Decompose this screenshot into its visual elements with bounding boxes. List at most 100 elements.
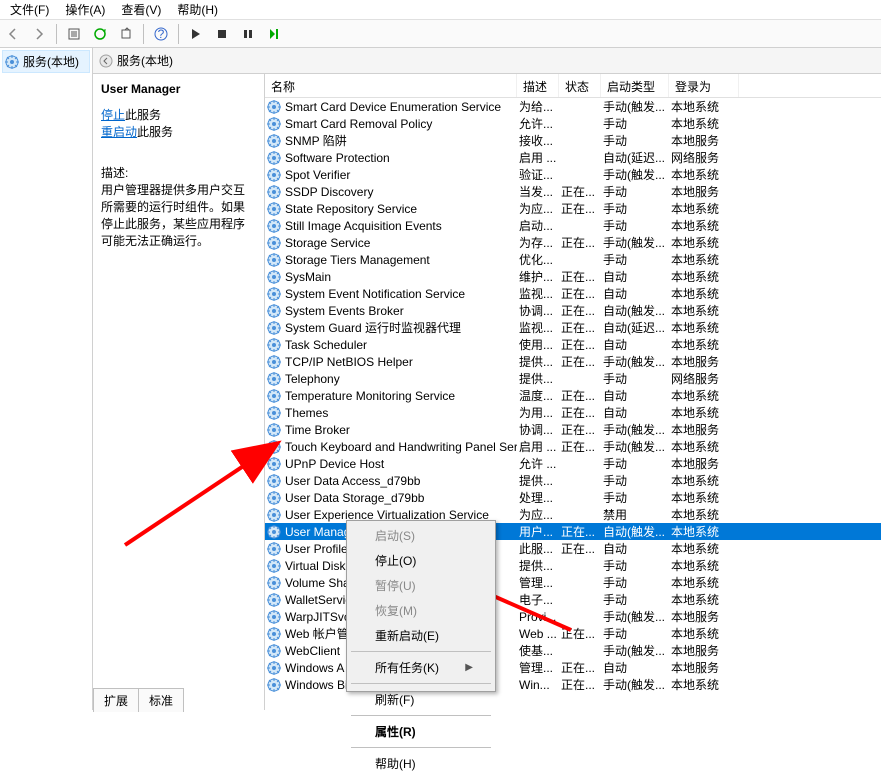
service-row[interactable]: Telephony提供...手动网络服务 xyxy=(265,370,881,387)
forward-icon[interactable] xyxy=(28,23,50,45)
svc-start: 自动(触发... xyxy=(601,302,669,319)
stop-icon[interactable] xyxy=(211,23,233,45)
svc-status: 正在... xyxy=(559,523,601,540)
service-row[interactable]: Software Protection启用 ...自动(延迟...网络服务 xyxy=(265,149,881,166)
service-row[interactable]: Spot Verifier验证...手动(触发...本地系统 xyxy=(265,166,881,183)
service-row[interactable]: System Event Notification Service监视...正在… xyxy=(265,285,881,302)
service-row[interactable]: Themes为用...正在...自动本地系统 xyxy=(265,404,881,421)
service-row[interactable]: User Data Access_d79bb提供...手动本地系统 xyxy=(265,472,881,489)
back-icon[interactable] xyxy=(2,23,24,45)
menu-file[interactable]: 文件(F) xyxy=(2,0,57,20)
help-icon[interactable]: ? xyxy=(150,23,172,45)
svc-start: 自动 xyxy=(601,404,669,421)
svc-desc: 为应... xyxy=(517,200,559,217)
restart-icon[interactable] xyxy=(263,23,285,45)
tree-root-label: 服务(本地) xyxy=(23,53,79,70)
gear-icon xyxy=(267,236,281,250)
svc-desc: 为给... xyxy=(517,98,559,115)
service-row[interactable]: SysMain维护...正在...自动本地系统 xyxy=(265,268,881,285)
refresh-icon[interactable] xyxy=(89,23,111,45)
back-nav-icon[interactable] xyxy=(99,54,113,68)
service-row[interactable]: Temperature Monitoring Service温度...正在...… xyxy=(265,387,881,404)
svc-desc: 提供... xyxy=(517,472,559,489)
toolbar: ? xyxy=(0,20,881,48)
svc-status: 正在... xyxy=(559,438,601,455)
svc-name: Smart Card Device Enumeration Service xyxy=(283,100,517,114)
svc-desc: 为存... xyxy=(517,234,559,251)
service-row[interactable]: Storage Service为存...正在...手动(触发...本地系统 xyxy=(265,234,881,251)
service-row[interactable]: Task Scheduler使用...正在...自动本地系统 xyxy=(265,336,881,353)
svc-logon: 本地系统 xyxy=(669,625,739,642)
service-row[interactable]: System Events Broker协调...正在...自动(触发...本地… xyxy=(265,302,881,319)
col-start[interactable]: 启动类型 xyxy=(601,74,669,97)
gear-icon xyxy=(267,457,281,471)
svc-start: 自动 xyxy=(601,285,669,302)
menu-action[interactable]: 操作(A) xyxy=(57,0,113,20)
col-name[interactable]: 名称 xyxy=(265,74,517,97)
svc-start: 手动(触发... xyxy=(601,642,669,659)
ctx-refresh[interactable]: 刷新(F) xyxy=(349,687,493,712)
svc-desc: 验证... xyxy=(517,166,559,183)
gear-icon xyxy=(267,423,281,437)
ctx-help[interactable]: 帮助(H) xyxy=(349,751,493,776)
svc-status: 正在... xyxy=(559,353,601,370)
service-row[interactable]: Still Image Acquisition Events启动...手动本地系… xyxy=(265,217,881,234)
ctx-alltasks[interactable]: 所有任务(K)▶ xyxy=(349,655,493,680)
restart-link[interactable]: 重启动 xyxy=(101,125,137,139)
gear-icon xyxy=(267,389,281,403)
svc-status: 正在... xyxy=(559,183,601,200)
svc-desc: 电子... xyxy=(517,591,559,608)
service-row[interactable]: Time Broker协调...正在...手动(触发...本地服务 xyxy=(265,421,881,438)
properties-icon[interactable] xyxy=(63,23,85,45)
col-desc[interactable]: 描述 xyxy=(517,74,559,97)
service-row[interactable]: TCP/IP NetBIOS Helper提供...正在...手动(触发...本… xyxy=(265,353,881,370)
svc-start: 手动(触发... xyxy=(601,98,669,115)
gear-icon xyxy=(267,644,281,658)
ctx-restart[interactable]: 重新启动(E) xyxy=(349,623,493,648)
col-status[interactable]: 状态 xyxy=(559,74,601,97)
svc-status: 正在... xyxy=(559,302,601,319)
svc-logon: 本地系统 xyxy=(669,438,739,455)
stop-link[interactable]: 停止 xyxy=(101,108,125,122)
col-logon[interactable]: 登录为 xyxy=(669,74,739,97)
menu-help[interactable]: 帮助(H) xyxy=(169,0,226,20)
tree-root-item[interactable]: 服务(本地) xyxy=(2,50,90,73)
svc-name: State Repository Service xyxy=(283,202,517,216)
ctx-properties[interactable]: 属性(R) xyxy=(349,719,493,744)
play-icon[interactable] xyxy=(185,23,207,45)
svc-start: 自动(延迟... xyxy=(601,319,669,336)
svc-start: 手动 xyxy=(601,370,669,387)
svc-name: System Events Broker xyxy=(283,304,517,318)
service-row[interactable]: State Repository Service为应...正在...手动本地系统 xyxy=(265,200,881,217)
svc-name: SysMain xyxy=(283,270,517,284)
export-icon[interactable] xyxy=(115,23,137,45)
menu-view[interactable]: 查看(V) xyxy=(113,0,169,20)
tab-extended[interactable]: 扩展 xyxy=(93,688,139,712)
svc-logon: 本地系统 xyxy=(669,251,739,268)
svc-start: 自动 xyxy=(601,659,669,676)
service-row[interactable]: UPnP Device Host允许 ...手动本地服务 xyxy=(265,455,881,472)
svc-name: System Event Notification Service xyxy=(283,287,517,301)
gear-icon xyxy=(267,168,281,182)
service-row[interactable]: User Data Storage_d79bb处理...手动本地系统 xyxy=(265,489,881,506)
service-row[interactable]: System Guard 运行时监视器代理监视...正在...自动(延迟...本… xyxy=(265,319,881,336)
svc-name: Storage Tiers Management xyxy=(283,253,517,267)
svc-desc: 使用... xyxy=(517,336,559,353)
pause-icon[interactable] xyxy=(237,23,259,45)
svc-logon: 本地服务 xyxy=(669,132,739,149)
service-row[interactable]: Touch Keyboard and Handwriting Panel Ser… xyxy=(265,438,881,455)
svc-logon: 本地系统 xyxy=(669,302,739,319)
service-row[interactable]: Smart Card Device Enumeration Service为给.… xyxy=(265,98,881,115)
svc-status: 正在... xyxy=(559,268,601,285)
service-row[interactable]: Storage Tiers Management优化...手动本地系统 xyxy=(265,251,881,268)
gear-icon xyxy=(267,678,281,692)
ctx-stop[interactable]: 停止(O) xyxy=(349,548,493,573)
svc-name: Still Image Acquisition Events xyxy=(283,219,517,233)
service-row[interactable]: SNMP 陷阱接收...手动本地服务 xyxy=(265,132,881,149)
content-header: 服务(本地) xyxy=(93,48,881,74)
svc-start: 手动 xyxy=(601,472,669,489)
service-row[interactable]: SSDP Discovery当发...正在...手动本地服务 xyxy=(265,183,881,200)
service-row[interactable]: Smart Card Removal Policy允许...手动本地系统 xyxy=(265,115,881,132)
tab-standard[interactable]: 标准 xyxy=(138,688,184,712)
desc-label: 描述: xyxy=(101,164,256,181)
